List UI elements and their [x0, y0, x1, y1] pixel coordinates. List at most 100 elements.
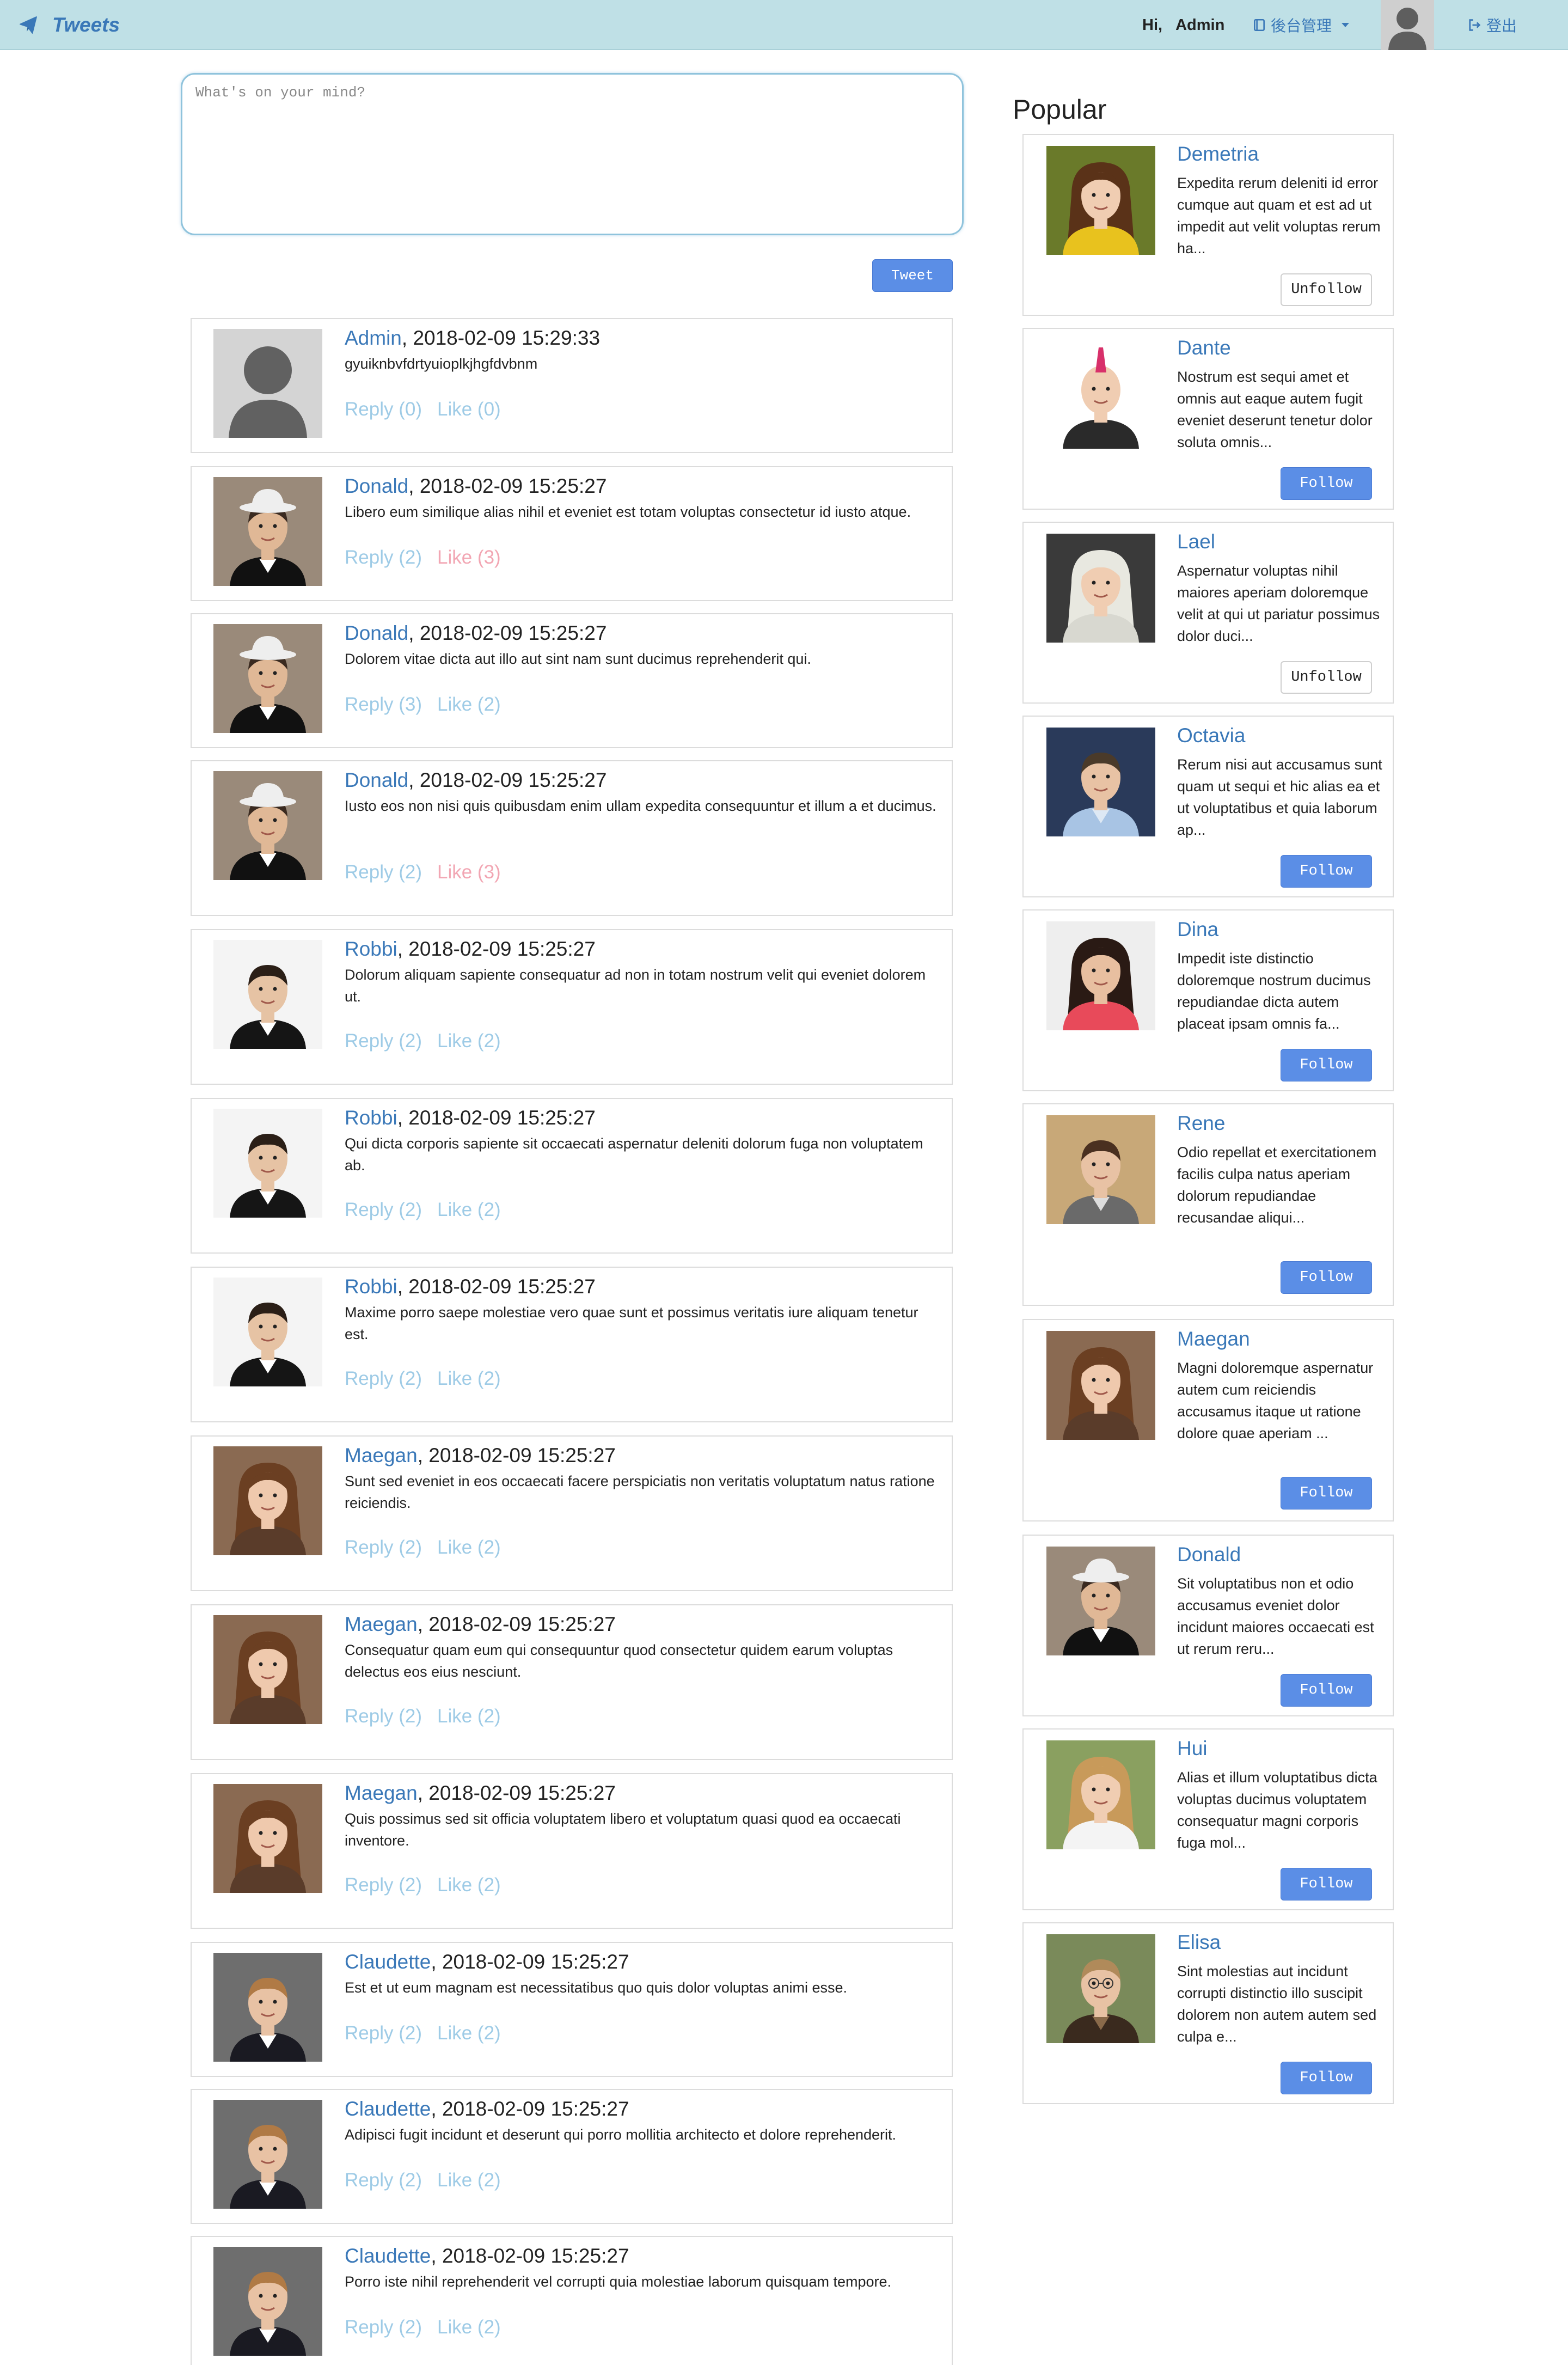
popular-user-bio: Nostrum est sequi amet et omnis aut eaqu…	[1177, 369, 1373, 450]
sign-out-icon	[1467, 17, 1482, 33]
popular-user-card: Octavia Rerum nisi aut accusamus sunt qu…	[1022, 716, 1394, 897]
tweet-author-link[interactable]: Maegan	[345, 1444, 418, 1466]
like-link[interactable]: Like (2)	[437, 2317, 501, 2338]
tweet-textarea[interactable]	[182, 75, 962, 234]
tweet-author-link[interactable]: Maegan	[345, 1613, 418, 1635]
tweet-body: Maegan, 2018-02-09 15:25:27 Sunt sed eve…	[345, 1442, 939, 1514]
tweet-author-avatar[interactable]	[213, 2247, 322, 2356]
follow-button[interactable]: Follow	[1281, 1049, 1372, 1081]
like-link[interactable]: Like (3)	[437, 861, 501, 883]
reply-link[interactable]: Reply (2)	[345, 861, 422, 883]
popular-user-avatar[interactable]	[1046, 1115, 1155, 1224]
reply-link[interactable]: Reply (2)	[345, 547, 422, 569]
reply-link[interactable]: Reply (2)	[345, 1874, 422, 1896]
tweet-body: Donald, 2018-02-09 15:25:27 Iusto eos no…	[345, 767, 939, 817]
popular-user-name[interactable]: Octavia	[1177, 724, 1245, 747]
like-link[interactable]: Like (2)	[437, 1199, 501, 1221]
follow-button[interactable]: Follow	[1281, 1674, 1372, 1707]
tweet-button[interactable]: Tweet	[872, 259, 953, 292]
like-link[interactable]: Like (2)	[437, 1030, 501, 1052]
popular-user-avatar[interactable]	[1046, 340, 1155, 449]
like-link[interactable]: Like (2)	[437, 1368, 501, 1390]
tweet-author-avatar[interactable]	[213, 1953, 322, 2062]
reply-link[interactable]: Reply (2)	[345, 1368, 422, 1390]
reply-link[interactable]: Reply (2)	[345, 2317, 422, 2338]
tweet-author-avatar[interactable]	[213, 329, 322, 438]
tweet-author-avatar[interactable]	[213, 940, 322, 1049]
popular-user-bio: Impedit iste distinctio doloremque nostr…	[1177, 950, 1371, 1032]
brand-link[interactable]: Tweets	[19, 10, 120, 40]
tweet-author-link[interactable]: Maegan	[345, 1782, 418, 1804]
tweet-author-link[interactable]: Robbi	[345, 1107, 397, 1129]
tweet-author-link[interactable]: Claudette	[345, 2245, 431, 2267]
tweet-timestamp: , 2018-02-09 15:29:33	[401, 327, 601, 349]
tweet-author-link[interactable]: Claudette	[345, 2098, 431, 2120]
popular-user-avatar[interactable]	[1046, 1331, 1155, 1440]
follow-button[interactable]: Follow	[1281, 2062, 1372, 2094]
popular-user-name[interactable]: Dina	[1177, 918, 1218, 941]
follow-button[interactable]: Follow	[1281, 1261, 1372, 1294]
tweet-author-link[interactable]: Donald	[345, 622, 408, 644]
reply-link[interactable]: Reply (3)	[345, 694, 422, 716]
unfollow-button[interactable]: Unfollow	[1281, 661, 1372, 694]
popular-user-avatar[interactable]	[1046, 146, 1155, 255]
tweet-author-link[interactable]: Robbi	[345, 938, 397, 960]
tweet-author-avatar[interactable]	[213, 771, 322, 880]
like-link[interactable]: Like (2)	[437, 1537, 501, 1559]
follow-button[interactable]: Follow	[1281, 1477, 1372, 1510]
popular-user-name[interactable]: Maegan	[1177, 1328, 1250, 1350]
follow-button[interactable]: Follow	[1281, 1868, 1372, 1900]
popular-user-name[interactable]: Rene	[1177, 1112, 1225, 1135]
like-link[interactable]: Like (2)	[437, 1706, 501, 1727]
follow-button[interactable]: Follow	[1281, 855, 1372, 888]
popular-user-name[interactable]: Donald	[1177, 1543, 1241, 1566]
logout-link[interactable]: 登出	[1467, 13, 1517, 37]
reply-link[interactable]: Reply (2)	[345, 1706, 422, 1727]
tweet-author-avatar[interactable]	[213, 1109, 322, 1218]
popular-user-avatar[interactable]	[1046, 1934, 1155, 2043]
like-link[interactable]: Like (0)	[437, 399, 501, 420]
popular-user-avatar[interactable]	[1046, 728, 1155, 836]
tweet-author-link[interactable]: Donald	[345, 769, 408, 791]
tweet-card: Robbi, 2018-02-09 15:25:27 Maxime porro …	[191, 1267, 953, 1422]
reply-link[interactable]: Reply (2)	[345, 1537, 422, 1559]
reply-link[interactable]: Reply (2)	[345, 1199, 422, 1221]
like-link[interactable]: Like (2)	[437, 2170, 501, 2191]
popular-user-name[interactable]: Dante	[1177, 337, 1231, 359]
like-link[interactable]: Like (2)	[437, 2022, 501, 2044]
tweet-author-avatar[interactable]	[213, 1615, 322, 1724]
popular-user-bio: Sint molestias aut incidunt corrupti dis…	[1177, 1963, 1377, 2045]
like-link[interactable]: Like (2)	[437, 694, 501, 716]
tweet-author-avatar[interactable]	[213, 1278, 322, 1386]
brand-text: Tweets	[52, 14, 120, 36]
like-link[interactable]: Like (2)	[437, 1874, 501, 1896]
tweet-author-link[interactable]: Claudette	[345, 1951, 431, 1973]
tweet-actions: Reply (2) Like (2)	[345, 2317, 501, 2338]
popular-user-avatar[interactable]	[1046, 1740, 1155, 1849]
tweet-author-avatar[interactable]	[213, 1446, 322, 1555]
popular-user-avatar[interactable]	[1046, 534, 1155, 643]
admin-dropdown[interactable]: 後台管理	[1252, 13, 1350, 37]
popular-user-name[interactable]: Hui	[1177, 1737, 1208, 1760]
tweet-actions: Reply (0) Like (0)	[345, 399, 501, 420]
popular-user-avatar[interactable]	[1046, 921, 1155, 1030]
tweet-author-link[interactable]: Admin	[345, 327, 402, 349]
reply-link[interactable]: Reply (2)	[345, 1030, 422, 1052]
tweet-author-avatar[interactable]	[213, 477, 322, 586]
user-avatar[interactable]	[1381, 0, 1434, 50]
popular-user-name[interactable]: Demetria	[1177, 143, 1259, 166]
popular-user-name[interactable]: Lael	[1177, 530, 1215, 553]
popular-user-avatar[interactable]	[1046, 1547, 1155, 1655]
tweet-author-avatar[interactable]	[213, 1784, 322, 1893]
follow-button[interactable]: Follow	[1281, 467, 1372, 500]
tweet-author-link[interactable]: Donald	[345, 475, 408, 497]
like-link[interactable]: Like (3)	[437, 547, 501, 569]
tweet-author-avatar[interactable]	[213, 2100, 322, 2209]
tweet-author-avatar[interactable]	[213, 624, 322, 733]
popular-user-name[interactable]: Elisa	[1177, 1931, 1221, 1954]
reply-link[interactable]: Reply (0)	[345, 399, 422, 420]
reply-link[interactable]: Reply (2)	[345, 2022, 422, 2044]
unfollow-button[interactable]: Unfollow	[1281, 273, 1372, 306]
tweet-author-link[interactable]: Robbi	[345, 1275, 397, 1298]
reply-link[interactable]: Reply (2)	[345, 2170, 422, 2191]
